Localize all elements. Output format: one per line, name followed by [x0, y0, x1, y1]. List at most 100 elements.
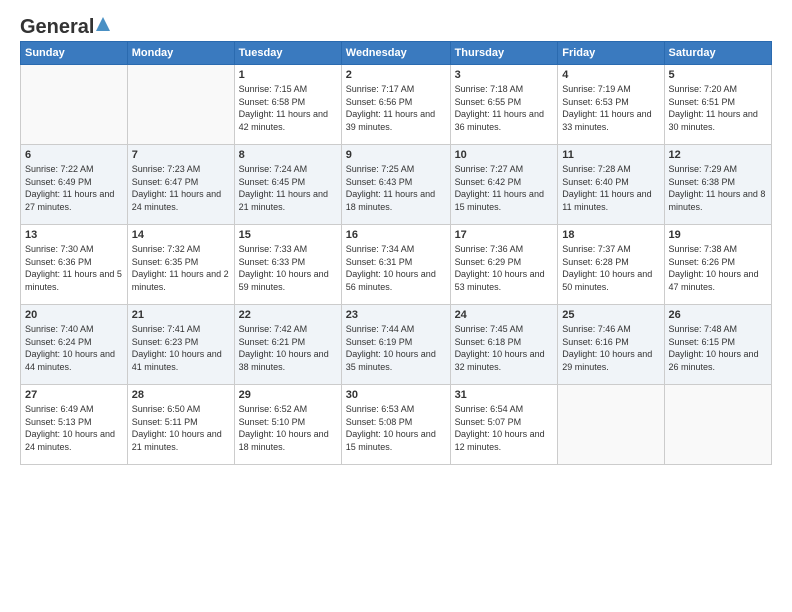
day-info: Sunrise: 7:27 AMSunset: 6:42 PMDaylight:… [455, 163, 554, 213]
calendar-cell: 17 Sunrise: 7:36 AMSunset: 6:29 PMDayligh… [450, 225, 558, 305]
calendar-cell: 8 Sunrise: 7:24 AMSunset: 6:45 PMDaylight… [234, 145, 341, 225]
day-info: Sunrise: 7:33 AMSunset: 6:33 PMDaylight:… [239, 243, 337, 293]
day-number: 6 [25, 149, 123, 161]
day-info: Sunrise: 7:15 AMSunset: 6:58 PMDaylight:… [239, 83, 337, 133]
calendar-week-row: 20Sunrise: 7:40 AMSunset: 6:24 PMDayligh… [21, 305, 772, 385]
day-info: Sunrise: 7:18 AMSunset: 6:55 PMDaylight:… [455, 83, 554, 133]
day-info: Sunrise: 6:50 AMSunset: 5:11 PMDaylight:… [132, 403, 230, 453]
calendar-cell: 4 Sunrise: 7:19 AMSunset: 6:53 PMDaylight… [558, 65, 664, 145]
weekday-header-sunday: Sunday [21, 42, 128, 65]
day-number: 12 [669, 149, 767, 161]
day-info: Sunrise: 7:44 AMSunset: 6:19 PMDaylight:… [346, 323, 446, 373]
day-info: Sunrise: 7:19 AMSunset: 6:53 PMDaylight:… [562, 83, 659, 133]
calendar-cell: 18 Sunrise: 7:37 AMSunset: 6:28 PMDayligh… [558, 225, 664, 305]
calendar-cell: 15 Sunrise: 7:33 AMSunset: 6:33 PMDayligh… [234, 225, 341, 305]
day-number: 11 [562, 149, 659, 161]
calendar-cell: 20Sunrise: 7:40 AMSunset: 6:24 PMDayligh… [21, 305, 128, 385]
day-number: 28 [132, 389, 230, 401]
day-number: 21 [132, 309, 230, 321]
calendar-cell: 11 Sunrise: 7:28 AMSunset: 6:40 PMDayligh… [558, 145, 664, 225]
calendar-cell: 31 Sunrise: 6:54 AMSunset: 5:07 PMDayligh… [450, 385, 558, 465]
weekday-header-saturday: Saturday [664, 42, 771, 65]
day-number: 25 [562, 309, 659, 321]
calendar-cell [558, 385, 664, 465]
calendar-cell: 30 Sunrise: 6:53 AMSunset: 5:08 PMDayligh… [341, 385, 450, 465]
calendar-cell: 7 Sunrise: 7:23 AMSunset: 6:47 PMDaylight… [127, 145, 234, 225]
weekday-header-wednesday: Wednesday [341, 42, 450, 65]
calendar-week-row: 1 Sunrise: 7:15 AMSunset: 6:58 PMDaylight… [21, 65, 772, 145]
day-info: Sunrise: 7:23 AMSunset: 6:47 PMDaylight:… [132, 163, 230, 213]
day-number: 2 [346, 69, 446, 81]
day-number: 30 [346, 389, 446, 401]
logo-general: General [20, 16, 94, 39]
day-info: Sunrise: 7:37 AMSunset: 6:28 PMDaylight:… [562, 243, 659, 293]
calendar-cell: 21 Sunrise: 7:41 AMSunset: 6:23 PMDayligh… [127, 305, 234, 385]
calendar-week-row: 6 Sunrise: 7:22 AMSunset: 6:49 PMDaylight… [21, 145, 772, 225]
day-info: Sunrise: 7:30 AMSunset: 6:36 PMDaylight:… [25, 243, 123, 293]
calendar-cell [21, 65, 128, 145]
calendar-cell [664, 385, 771, 465]
day-number: 17 [455, 229, 554, 241]
day-number: 22 [239, 309, 337, 321]
calendar-cell: 26Sunrise: 7:48 AMSunset: 6:15 PMDayligh… [664, 305, 771, 385]
day-info: Sunrise: 6:49 AMSunset: 5:13 PMDaylight:… [25, 403, 123, 453]
calendar-cell: 14Sunrise: 7:32 AMSunset: 6:35 PMDayligh… [127, 225, 234, 305]
header: General [20, 16, 772, 35]
day-number: 23 [346, 309, 446, 321]
day-info: Sunrise: 7:45 AMSunset: 6:18 PMDaylight:… [455, 323, 554, 373]
day-info: Sunrise: 7:28 AMSunset: 6:40 PMDaylight:… [562, 163, 659, 213]
day-info: Sunrise: 7:41 AMSunset: 6:23 PMDaylight:… [132, 323, 230, 373]
day-number: 8 [239, 149, 337, 161]
day-number: 14 [132, 229, 230, 241]
day-info: Sunrise: 7:38 AMSunset: 6:26 PMDaylight:… [669, 243, 767, 293]
weekday-header-friday: Friday [558, 42, 664, 65]
weekday-header-row: SundayMondayTuesdayWednesdayThursdayFrid… [21, 42, 772, 65]
day-info: Sunrise: 6:53 AMSunset: 5:08 PMDaylight:… [346, 403, 446, 453]
day-info: Sunrise: 7:17 AMSunset: 6:56 PMDaylight:… [346, 83, 446, 133]
day-info: Sunrise: 6:52 AMSunset: 5:10 PMDaylight:… [239, 403, 337, 453]
weekday-header-thursday: Thursday [450, 42, 558, 65]
calendar-week-row: 13Sunrise: 7:30 AMSunset: 6:36 PMDayligh… [21, 225, 772, 305]
calendar-cell: 28 Sunrise: 6:50 AMSunset: 5:11 PMDayligh… [127, 385, 234, 465]
page: General SundayMondayTuesdayWednesdayThur… [0, 0, 792, 477]
day-number: 1 [239, 69, 337, 81]
calendar-cell: 2 Sunrise: 7:17 AMSunset: 6:56 PMDaylight… [341, 65, 450, 145]
day-info: Sunrise: 7:36 AMSunset: 6:29 PMDaylight:… [455, 243, 554, 293]
day-number: 19 [669, 229, 767, 241]
calendar-cell: 13Sunrise: 7:30 AMSunset: 6:36 PMDayligh… [21, 225, 128, 305]
calendar-cell: 24 Sunrise: 7:45 AMSunset: 6:18 PMDayligh… [450, 305, 558, 385]
day-number: 15 [239, 229, 337, 241]
day-info: Sunrise: 7:22 AMSunset: 6:49 PMDaylight:… [25, 163, 123, 213]
calendar-cell: 16 Sunrise: 7:34 AMSunset: 6:31 PMDayligh… [341, 225, 450, 305]
calendar-cell: 19 Sunrise: 7:38 AMSunset: 6:26 PMDayligh… [664, 225, 771, 305]
calendar-cell: 27Sunrise: 6:49 AMSunset: 5:13 PMDayligh… [21, 385, 128, 465]
day-number: 29 [239, 389, 337, 401]
calendar-cell: 5Sunrise: 7:20 AMSunset: 6:51 PMDaylight… [664, 65, 771, 145]
calendar-cell: 25 Sunrise: 7:46 AMSunset: 6:16 PMDayligh… [558, 305, 664, 385]
weekday-header-monday: Monday [127, 42, 234, 65]
day-number: 31 [455, 389, 554, 401]
calendar-week-row: 27Sunrise: 6:49 AMSunset: 5:13 PMDayligh… [21, 385, 772, 465]
day-info: Sunrise: 7:46 AMSunset: 6:16 PMDaylight:… [562, 323, 659, 373]
day-info: Sunrise: 7:40 AMSunset: 6:24 PMDaylight:… [25, 323, 123, 373]
day-info: Sunrise: 6:54 AMSunset: 5:07 PMDaylight:… [455, 403, 554, 453]
day-info: Sunrise: 7:29 AMSunset: 6:38 PMDaylight:… [669, 163, 767, 213]
day-info: Sunrise: 7:24 AMSunset: 6:45 PMDaylight:… [239, 163, 337, 213]
day-number: 4 [562, 69, 659, 81]
day-info: Sunrise: 7:25 AMSunset: 6:43 PMDaylight:… [346, 163, 446, 213]
day-number: 7 [132, 149, 230, 161]
day-number: 10 [455, 149, 554, 161]
calendar-cell: 22 Sunrise: 7:42 AMSunset: 6:21 PMDayligh… [234, 305, 341, 385]
day-number: 26 [669, 309, 767, 321]
calendar-cell: 3Sunrise: 7:18 AMSunset: 6:55 PMDaylight… [450, 65, 558, 145]
day-number: 16 [346, 229, 446, 241]
day-number: 24 [455, 309, 554, 321]
day-number: 18 [562, 229, 659, 241]
weekday-header-tuesday: Tuesday [234, 42, 341, 65]
calendar-cell: 6 Sunrise: 7:22 AMSunset: 6:49 PMDaylight… [21, 145, 128, 225]
calendar-cell: 10 Sunrise: 7:27 AMSunset: 6:42 PMDayligh… [450, 145, 558, 225]
calendar-table: SundayMondayTuesdayWednesdayThursdayFrid… [20, 41, 772, 465]
calendar-cell: 1 Sunrise: 7:15 AMSunset: 6:58 PMDaylight… [234, 65, 341, 145]
day-info: Sunrise: 7:34 AMSunset: 6:31 PMDaylight:… [346, 243, 446, 293]
day-info: Sunrise: 7:42 AMSunset: 6:21 PMDaylight:… [239, 323, 337, 373]
